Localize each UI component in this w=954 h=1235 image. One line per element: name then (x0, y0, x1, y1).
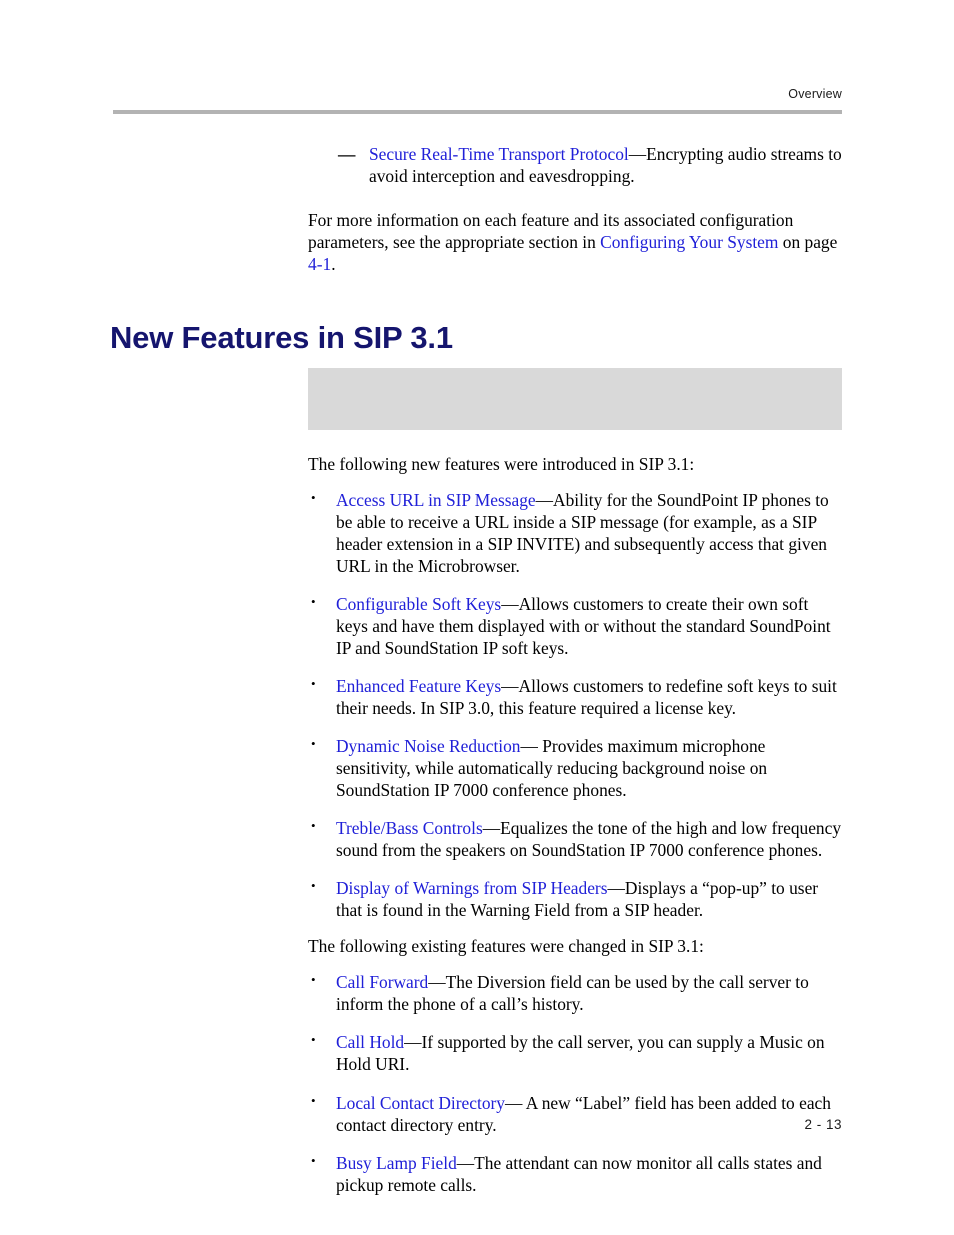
xref-call-forward[interactable]: Call Forward (336, 972, 428, 992)
list-item-separator: — (520, 736, 538, 757)
list-item-separator: — (501, 676, 519, 697)
document-page: Overview — Secure Real-Time Transport Pro… (0, 0, 954, 1235)
list-item-separator: — (505, 1092, 523, 1113)
xref-local-contact-directory[interactable]: Local Contact Directory (336, 1093, 505, 1113)
note-placeholder-box (308, 368, 842, 430)
xref-page-4-1[interactable]: 4-1 (308, 254, 331, 274)
xref-treble-bass-controls[interactable]: Treble/Bass Controls (336, 818, 483, 838)
intro-paragraph: For more information on each feature and… (308, 209, 842, 275)
bullet-icon: • (311, 878, 316, 894)
xref-configuring-your-system[interactable]: Configuring Your System (600, 232, 778, 252)
list-item-separator: — (428, 972, 446, 993)
xref-secure-rtp[interactable]: Secure Real-Time Transport Protocol (369, 144, 629, 164)
list-item-separator: — (501, 594, 519, 615)
list-item: • Display of Warnings from SIP Headers—Di… (308, 877, 842, 921)
bullet-icon: • (311, 736, 316, 752)
xref-dynamic-noise-reduction[interactable]: Dynamic Noise Reduction (336, 736, 521, 756)
bullet-icon: • (311, 1032, 316, 1048)
list-item-separator: — (607, 878, 625, 899)
em-dash-marker: — (338, 144, 356, 164)
top-content-block: — Secure Real-Time Transport Protocol—Enc… (308, 143, 842, 275)
xref-call-hold[interactable]: Call Hold (336, 1032, 404, 1052)
list-item: • Configurable Soft Keys—Allows customers… (308, 593, 842, 659)
list-item: • Call Forward—The Diversion field can be… (308, 971, 842, 1015)
list-item: • Enhanced Feature Keys—Allows customers … (308, 675, 842, 719)
xref-enhanced-feature-keys[interactable]: Enhanced Feature Keys (336, 676, 501, 696)
list-item: • Call Hold—If supported by the call serv… (308, 1031, 842, 1075)
list-item: • Treble/Bass Controls—Equalizes the tone… (308, 817, 842, 861)
header-rule (113, 109, 842, 114)
bullet-icon: • (311, 594, 316, 610)
running-head: Overview (788, 87, 842, 101)
dash-bullet-item: — Secure Real-Time Transport Protocol—Enc… (338, 143, 842, 187)
intro-new-features: The following new features were introduc… (308, 454, 695, 474)
intro-paragraph-part3: . (331, 254, 336, 275)
xref-busy-lamp-field[interactable]: Busy Lamp Field (336, 1153, 457, 1173)
list-item-separator: — (456, 1152, 475, 1173)
changed-features-list: • Call Forward—The Diversion field can be… (308, 971, 842, 1195)
bullet-icon: • (311, 972, 316, 988)
bullet-icon: • (311, 1152, 316, 1168)
intro-paragraph-part2: on page (778, 232, 838, 253)
bullet-icon: • (311, 490, 316, 506)
bullet-icon: • (311, 818, 316, 834)
bullet-icon: • (311, 676, 316, 692)
section-heading: New Features in SIP 3.1 (110, 319, 453, 355)
dash-item-separator: — (628, 144, 647, 164)
xref-display-of-warnings-from-sip-headers[interactable]: Display of Warnings from SIP Headers (336, 878, 608, 898)
intro-changed-features: The following existing features were cha… (308, 936, 704, 957)
list-item-separator: — (404, 1032, 422, 1053)
list-item: • Access URL in SIP Message—Ability for t… (308, 489, 842, 577)
xref-configurable-soft-keys[interactable]: Configurable Soft Keys (336, 594, 501, 614)
new-features-list: • Access URL in SIP Message—Ability for t… (308, 489, 842, 921)
page-header: Overview (113, 87, 842, 114)
bullet-icon: • (311, 1092, 316, 1108)
list-item: • Dynamic Noise Reduction— Provides maxim… (308, 735, 842, 801)
xref-access-url-in-sip-message[interactable]: Access URL in SIP Message (336, 490, 536, 510)
list-item: • Busy Lamp Field—The attendant can now m… (308, 1152, 842, 1196)
page-number: 2 - 13 (804, 1117, 842, 1132)
list-item-separator: — (482, 818, 501, 839)
main-content-block: The following new features were introduc… (308, 453, 842, 1196)
list-item-separator: — (535, 490, 554, 511)
